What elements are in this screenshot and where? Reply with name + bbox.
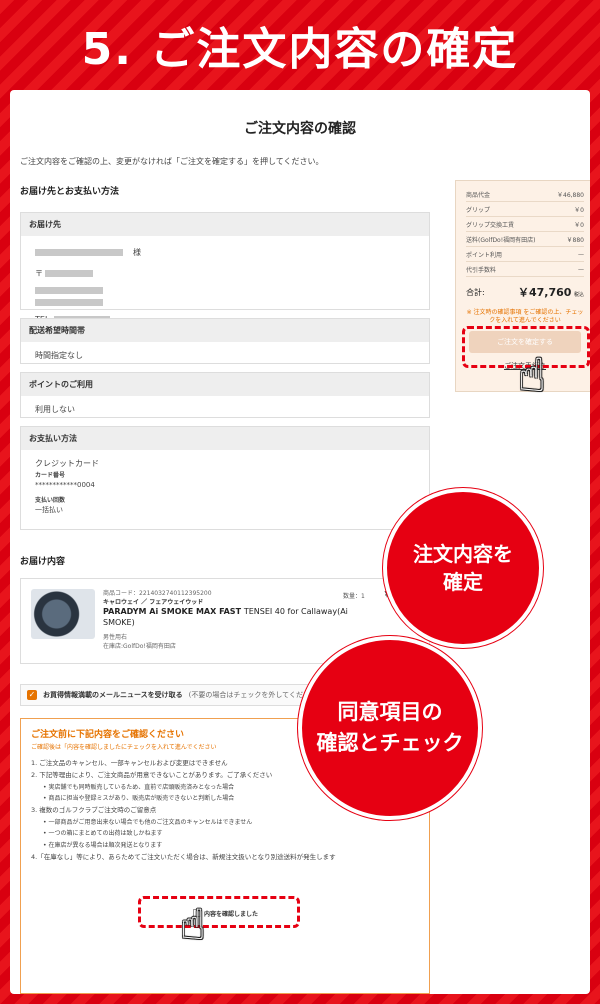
callout-confirm: 注文内容を 確定	[383, 488, 543, 648]
summary-row: 商品代金 ￥46,880	[466, 187, 584, 202]
honorific: 様	[133, 248, 141, 257]
agreement-item: 4.「在庫なし」等により、あらためてご注文いただく場合は、新規注文扱いとなり別途…	[31, 852, 336, 861]
product-code: 商品コード：2214032740112395200	[103, 590, 212, 597]
payment-label: お支払い方法	[21, 427, 429, 450]
summary-row: グリップ交換工賃 ￥0	[466, 217, 584, 232]
product-image	[31, 589, 95, 639]
summary-row: ポイント利用 —	[466, 247, 584, 262]
agreement-bullet: 一つの箱にまとめての出荷は致しかねます	[31, 828, 419, 839]
newsletter-note: (不要の場合はチェックを外してください)	[188, 691, 320, 699]
pointing-hand-icon: ☝	[518, 348, 547, 402]
summary-row-label: グリップ交換工賃	[466, 221, 515, 229]
product-category: フェアウェイウッド	[149, 599, 204, 606]
newsletter-checkbox[interactable]: ✓	[27, 690, 37, 700]
product-brand: キャロウェイ	[103, 599, 140, 606]
product-info: 商品コード：2214032740112395200 キャロウェイ ／ フェアウェ…	[103, 589, 353, 651]
summary-row-value: —	[578, 265, 584, 273]
redacted-address-2	[35, 299, 103, 306]
callout-agree-line2: 確認とチェック	[316, 731, 464, 755]
callout-confirm-line2: 確定	[443, 570, 483, 594]
payment-method: クレジットカード	[35, 459, 99, 468]
order-heading: お届け内容	[20, 557, 66, 567]
card-number-label: カード番号	[35, 471, 66, 479]
callout-agree-line1: 同意項目の	[337, 699, 443, 724]
address-box: お届け先 様 〒 TEL:	[20, 212, 430, 324]
summary-row-label: 代引手数料	[466, 266, 497, 274]
callout-agree: 同意項目の確認とチェック	[298, 636, 482, 820]
total-value: ￥47,760	[517, 286, 572, 299]
banner-title: 5. ご注文内容の確定	[81, 24, 519, 75]
delivery-time-box: 配送希望時間帯 時間指定なし	[20, 318, 430, 364]
installments-label: 支払い回数	[35, 496, 66, 504]
summary-row-label: グリップ	[466, 206, 491, 214]
agreement-bullet: 在庫店が異なる場合は順次発送となります	[31, 840, 419, 851]
page-title: ご注文内容の確認	[244, 121, 356, 137]
delivery-time-value: 時間指定なし	[35, 351, 83, 360]
points-label: ポイントのご利用	[21, 373, 429, 396]
postal-prefix: 〒	[35, 269, 43, 278]
pointing-hand-icon: ☝	[180, 900, 206, 949]
redacted-postal	[45, 270, 93, 277]
redacted-address-1	[35, 287, 103, 294]
summary-row-value: ￥0	[574, 206, 584, 214]
summary-row-value: ￥46,880	[557, 191, 584, 199]
callout-confirm-line1: 注文内容を	[413, 542, 513, 566]
product-store: 在庫店:GolfDo!福岡有田店	[103, 642, 176, 650]
summary-row: 送料(GolfDo!福岡有田店) ￥880	[466, 232, 584, 247]
summary-note: ※ 注文時の確認事項 をご確認の上、チェックを入れて進んでください	[466, 309, 584, 324]
address-label: お届け先	[21, 213, 429, 236]
total-suffix: 税込	[573, 292, 584, 298]
summary-row-label: 商品代金	[466, 191, 491, 199]
summary-row: グリップ ￥0	[466, 202, 584, 217]
summary-row-value: —	[578, 250, 584, 258]
summary-row-value: ￥0	[574, 221, 584, 229]
total-label: 合計:	[466, 287, 485, 297]
summary-row-label: 送料(GolfDo!福岡有田店)	[466, 236, 536, 244]
product-name[interactable]: PARADYM Ai SMOKE MAX FAST	[103, 607, 241, 616]
page-intro: ご注文内容をご確認の上、変更がなければ「ご注文を確定する」を押してください。	[20, 157, 324, 166]
installments-value: 一括払い	[35, 506, 63, 515]
step-banner: 5. ご注文内容の確定	[0, 0, 600, 90]
payment-body: クレジットカード カード番号 ************0004 支払い回数 一括…	[21, 450, 429, 524]
product-qty: 数量：1	[343, 593, 365, 600]
agreement-bullet: 一部商品がご用意出来ない場合でも他のご注文品のキャンセルはできません	[31, 817, 419, 828]
summary-row-value: ￥880	[566, 236, 584, 244]
summary-row-label: ポイント利用	[466, 251, 503, 259]
product-spec: 男性用右	[103, 633, 128, 641]
points-value: 利用しない	[35, 405, 75, 414]
card-number: ************0004	[35, 481, 95, 490]
redacted-name	[35, 249, 123, 256]
payment-box: お支払い方法 クレジットカード カード番号 ************0004 支…	[20, 426, 430, 530]
agreement-highlight-frame	[138, 896, 300, 928]
points-box: ポイントのご利用 利用しない	[20, 372, 430, 418]
summary-row: 代引手数料 —	[466, 262, 584, 277]
newsletter-label: お買得情報満載のメールニュースを受け取る	[43, 691, 183, 699]
delivery-time-label: 配送希望時間帯	[21, 319, 429, 342]
summary-total-row: 合計: ￥47,760 税込	[466, 277, 584, 307]
delivery-payment-heading: お届け先とお支払い方法	[20, 187, 120, 197]
